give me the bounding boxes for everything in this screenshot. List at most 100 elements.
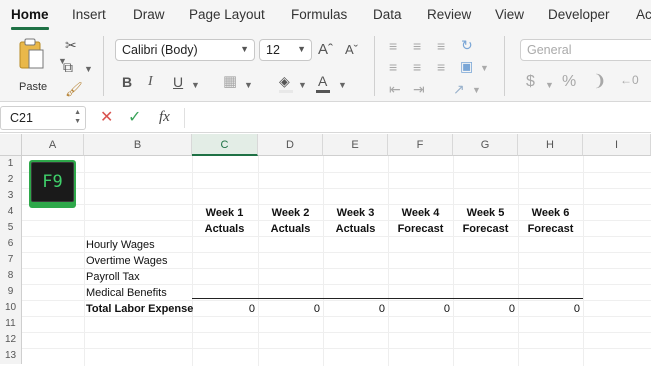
tab-developer[interactable]: Developer [548, 7, 610, 22]
align-center-icon[interactable]: ≡ [413, 60, 421, 74]
column-header-c[interactable]: C [192, 134, 258, 156]
increase-font-size-icon[interactable]: Aˆ [318, 42, 333, 57]
row-header-9[interactable]: 9 [0, 284, 22, 300]
comma-style-icon[interactable]: ❩ [593, 74, 606, 90]
ribbon-tabs: Home Insert Draw Page Layout Formulas Da… [0, 0, 651, 30]
merge-dropdown-icon[interactable]: ▼ [480, 63, 489, 73]
fill-color-dropdown-icon[interactable]: ▼ [298, 80, 307, 90]
f9-logo: F9 [29, 160, 76, 208]
borders-icon[interactable]: ▦ [223, 74, 237, 89]
select-all-button[interactable] [0, 134, 22, 156]
decrease-indent-icon[interactable]: ⇤ [389, 82, 401, 96]
row-header-2[interactable]: 2 [0, 172, 22, 188]
borders-dropdown-icon[interactable]: ▼ [244, 80, 253, 90]
align-left-icon[interactable]: ≡ [389, 60, 397, 74]
tab-page-layout[interactable]: Page Layout [189, 7, 265, 22]
total-week-5: 0 [508, 303, 515, 315]
orientation-dropdown-icon[interactable]: ▼ [472, 85, 481, 95]
increase-indent-icon[interactable]: ⇥ [413, 82, 425, 96]
tab-home[interactable]: Home [11, 7, 49, 22]
decimal-icon[interactable]: ←0 [620, 74, 639, 86]
align-bottom-icon[interactable]: ≡ [437, 39, 445, 53]
row-label-overtime-wages: Overtime Wages [86, 255, 168, 267]
paste-button[interactable]: Paste [14, 38, 54, 94]
name-box-spinner-icon[interactable]: ▲ ▼ [74, 108, 81, 126]
currency-dropdown-icon[interactable]: ▼ [545, 80, 554, 90]
row-header-5[interactable]: 5 [0, 220, 22, 236]
row-header-8[interactable]: 8 [0, 268, 22, 284]
week-header-line1: Week 2 [271, 207, 310, 219]
tab-draw[interactable]: Draw [133, 7, 165, 22]
column-header-g[interactable]: G [453, 134, 518, 156]
column-header-a[interactable]: A [22, 134, 84, 156]
align-middle-icon[interactable]: ≡ [413, 39, 421, 53]
font-color-dropdown-icon[interactable]: ▼ [338, 80, 347, 90]
tab-view[interactable]: View [495, 7, 524, 22]
orientation-icon[interactable]: ↗ [453, 82, 465, 96]
font-name-value: Calibri (Body) [122, 43, 198, 57]
italic-icon[interactable]: I [148, 75, 153, 89]
row-header-4[interactable]: 4 [0, 204, 22, 220]
row-header-12[interactable]: 12 [0, 332, 22, 348]
percent-icon[interactable]: % [562, 74, 576, 90]
week-header-line1: Week 3 [336, 207, 375, 219]
column-header-i[interactable]: I [583, 134, 651, 156]
font-color-icon[interactable]: A [318, 74, 327, 88]
row-label-payroll-tax: Payroll Tax [86, 271, 140, 283]
copy-dropdown-icon[interactable]: ▼ [84, 64, 93, 74]
week-header-line2: Actuals [204, 223, 245, 235]
row-header-13[interactable]: 13 [0, 348, 22, 364]
row-header-1[interactable]: 1 [0, 156, 22, 172]
enter-check-icon[interactable]: ✓ [128, 110, 141, 126]
tab-formulas[interactable]: Formulas [291, 7, 347, 22]
total-week-3: 0 [378, 303, 385, 315]
week-header-line1: Week 1 [205, 207, 244, 219]
wrap-text-icon[interactable]: ↻ [461, 38, 473, 52]
underline-icon[interactable]: U [173, 75, 183, 89]
row-header-3[interactable]: 3 [0, 188, 22, 204]
column-header-h[interactable]: H [518, 134, 583, 156]
total-week-1: 0 [248, 303, 255, 315]
underline-dropdown-icon[interactable]: ▼ [191, 80, 200, 90]
font-size-select[interactable]: 12 ▼ [259, 39, 312, 61]
row-header-10[interactable]: 10 [0, 300, 22, 316]
total-week-2: 0 [313, 303, 320, 315]
insert-function-icon[interactable]: fx [159, 110, 170, 125]
bold-icon[interactable]: B [122, 75, 132, 89]
formula-bar: C21 ▲ ▼ ✕ ✓ fx [0, 103, 651, 133]
tab-data[interactable]: Data [373, 7, 402, 22]
week-header-line1: Week 4 [401, 207, 440, 219]
week-header-line2: Forecast [462, 223, 509, 235]
number-format-select[interactable]: General [520, 39, 651, 61]
format-painter-icon[interactable]: 🖌 [65, 82, 83, 96]
column-header-f[interactable]: F [388, 134, 453, 156]
fill-color-icon[interactable]: ◈ [279, 74, 290, 88]
tab-insert[interactable]: Insert [72, 7, 106, 22]
align-right-icon[interactable]: ≡ [437, 60, 445, 74]
week-header-line2: Forecast [397, 223, 444, 235]
row-header-6[interactable]: 6 [0, 236, 22, 252]
paste-label: Paste [19, 81, 48, 93]
column-header-b[interactable]: B [84, 134, 192, 156]
decrease-font-size-icon[interactable]: Aˇ [345, 43, 358, 56]
fill-color-swatch [279, 90, 293, 93]
column-header-e[interactable]: E [323, 134, 388, 156]
align-top-icon[interactable]: ≡ [389, 39, 397, 53]
column-header-d[interactable]: D [258, 134, 323, 156]
name-box[interactable]: C21 ▲ ▼ [0, 106, 86, 130]
row-header-11[interactable]: 11 [0, 316, 22, 332]
tab-automate[interactable]: Ac [636, 7, 651, 22]
row-header-7[interactable]: 7 [0, 252, 22, 268]
font-color-swatch [316, 90, 330, 93]
week-header-line1: Week 6 [531, 207, 570, 219]
formula-input[interactable] [192, 103, 651, 133]
currency-icon[interactable]: $ [526, 74, 535, 90]
tab-review[interactable]: Review [427, 7, 471, 22]
cut-icon[interactable]: ✂ [65, 38, 77, 52]
font-name-select[interactable]: Calibri (Body) ▼ [115, 39, 255, 61]
number-format-value: General [527, 43, 572, 57]
copy-icon[interactable]: ⧉ [63, 60, 73, 74]
merge-center-icon[interactable]: ▣ [460, 59, 473, 73]
cancel-icon[interactable]: ✕ [100, 110, 113, 126]
total-week-6: 0 [573, 303, 580, 315]
